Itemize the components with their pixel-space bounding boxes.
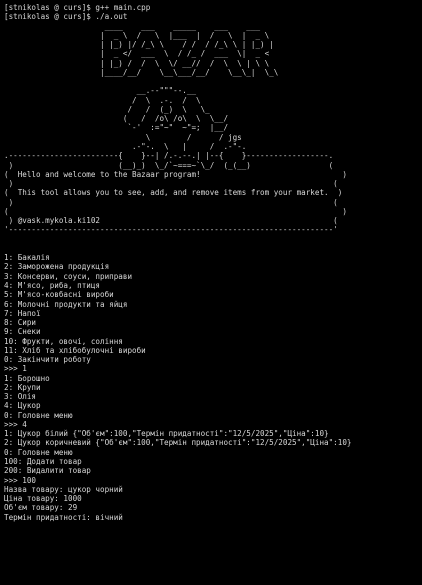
terminal-line: |____/__/ \__\___/__/ \__\_| \_\ (4, 67, 279, 77)
terminal-line: Термін придатності: вічний (4, 512, 123, 522)
terminal-line: | _ </ ___ \ / /_ / ___ \| _ < (4, 49, 274, 59)
terminal-line: 8: Сири (4, 318, 37, 328)
terminal-line: ) ( (4, 179, 338, 189)
terminal-line: >>> 1 (4, 364, 27, 374)
terminal-line: 11: Хліб та хлібобулочні вироби (4, 345, 146, 355)
terminal-line: 0: Головне меню (4, 410, 73, 420)
terminal-line: \ / / jgs (4, 132, 242, 142)
terminal-line: 3: Олія (4, 392, 37, 402)
terminal-line: 4: Цукор (4, 401, 41, 411)
terminal-line: | |_) |/ /_\ \ / / / /_\ \ | |_) | (4, 40, 274, 50)
terminal-line: `-' :="~" ~"=; |__/ (4, 123, 229, 133)
terminal-line: 1: Борошно (4, 373, 50, 383)
terminal-line: ) @vask.mykola.ki102 ( (4, 216, 338, 226)
terminal-line: >>> 100 (4, 475, 37, 485)
terminal-line: ( / /o\ /o\ \ \__/ (4, 114, 229, 124)
terminal-line: / / (_) \ \_ (4, 104, 210, 114)
terminal-line: '---------------------------------------… (4, 225, 338, 235)
terminal-line: Ціна товару: 1000 (4, 494, 82, 504)
terminal-line: 0: Головне меню (4, 447, 73, 457)
terminal-line: [stnikolas @ curs]$ ./a.out (4, 12, 128, 22)
terminal-line: ( This tool allows you to see, add, and … (4, 188, 343, 198)
terminal-line: 6: Молочні продукти та яйця (4, 299, 128, 309)
terminal-line: 1: Цукор білий {"Об'єм":100,"Термін прид… (4, 429, 329, 439)
terminal-line: 7: Напої (4, 308, 41, 318)
terminal-line: 2: Заморожена продукція (4, 262, 110, 272)
terminal-line: [stnikolas @ curs]$ g++ main.cpp (4, 3, 151, 12)
terminal-line: Об'єм товару: 29 (4, 503, 78, 513)
terminal-line: 5: М'ясо-ковбасні вироби (4, 290, 114, 300)
terminal-line: 100: Додати товар (4, 457, 82, 467)
terminal-line: | _ \ / \ |___ | / \ | _ \ (4, 30, 274, 40)
terminal-line: | |_) / / \ \/ __// / \ \ | \ \ (4, 58, 274, 68)
terminal-line: >>> 4 (4, 419, 27, 429)
terminal-line: / \ .-. / \ (4, 95, 201, 105)
terminal-line: ) ( (4, 197, 338, 207)
terminal-line: 200: Видалити товар (4, 466, 91, 476)
terminal-line: 1: Бакалія (4, 253, 50, 263)
terminal-line: .------------------------{ }--| /.-.--.|… (4, 151, 334, 161)
terminal-line: Назва товару: цукор чорний (4, 484, 123, 494)
terminal-line: 9: Снеки (4, 327, 41, 337)
terminal-line: 3: Консерви, соуси, приправи (4, 271, 133, 281)
terminal-line: __.--"""--.__ (4, 86, 197, 96)
terminal-line: 10: Фрукти, овочі, соління (4, 336, 123, 346)
terminal-line: 0: Закінчити роботу (4, 355, 91, 365)
terminal-line: 2: Крупи (4, 382, 41, 392)
terminal-line: 4: М'ясо, риба, птиця (4, 280, 101, 290)
terminal-line: ( ) (4, 206, 347, 216)
terminal-line: .-"-. \ | / .-"-. (4, 141, 247, 151)
terminal-line: ( Hello and welcome to the Bazaar progra… (4, 169, 347, 179)
terminal-window[interactable]: [stnikolas @ curs]$ g++ main.cpp [stnikol… (0, 0, 422, 585)
terminal-line: 2: Цукор коричневий {"Об'єм":100,"Термін… (4, 438, 352, 448)
terminal-line: ____ ___ _____ ___ ___ (4, 21, 265, 31)
terminal-line: ) (__)_) \_/`~===~`\_/ (_(__) ( (4, 160, 334, 170)
